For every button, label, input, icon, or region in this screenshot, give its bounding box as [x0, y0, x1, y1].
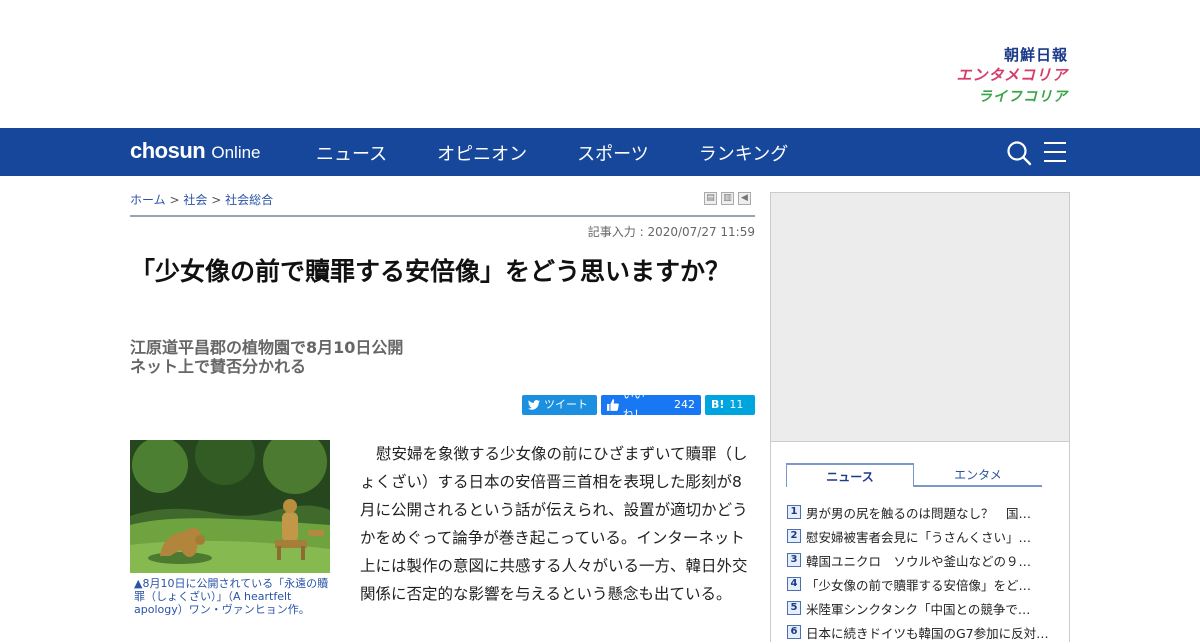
- back-arrow-icon[interactable]: ◀: [738, 192, 751, 205]
- breadcrumb-sep: >: [211, 193, 222, 207]
- article-tools: ▤ ▥ ◀: [704, 192, 755, 205]
- page-main: ホーム > 社会 > 社会総合 ▤ ▥ ◀ 記事入力 : 2020/07/27 …: [0, 176, 1200, 642]
- breadcrumb-sep: >: [169, 193, 180, 207]
- like-label: いいね！: [622, 388, 645, 421]
- ranking-item-text: 「少女像の前で贖罪する安倍像」をど…: [806, 577, 1032, 593]
- nav-item-news[interactable]: ニュース: [316, 140, 387, 166]
- menu-icon[interactable]: [1044, 142, 1066, 162]
- text-size-icon[interactable]: ▥: [721, 192, 734, 205]
- photo-caption: ▲8月10日に公開されている「永遠の贖罪（しょくざい）」（A heartfelt…: [134, 577, 329, 616]
- top-banner: 朝鮮日報 エンタメコリア ライフコリア: [0, 0, 1200, 128]
- ranking-list: 1 男が男の尻を触るのは問題なし？ 国… 2 慰安婦被害者会見に「うさんくさい」… …: [787, 500, 1049, 644]
- rank-number: 2: [787, 529, 801, 543]
- life-korea-link[interactable]: ライフコリア: [928, 86, 1068, 106]
- ad-space: [770, 192, 1070, 442]
- ranking-item-text: 慰安婦被害者会見に「うさんくさい」…: [806, 529, 1032, 545]
- like-button[interactable]: いいね！ 242: [601, 388, 701, 421]
- share-buttons: ツイート いいね！ 242 B! 11: [522, 388, 759, 421]
- rank-number: 1: [787, 505, 801, 519]
- hatena-icon: B!: [711, 398, 725, 411]
- hatena-count: 11: [729, 398, 744, 411]
- tweet-button[interactable]: ツイート: [522, 395, 597, 415]
- rank-number: 4: [787, 577, 801, 591]
- nav-items: ニュース オピニオン スポーツ ランキング: [316, 140, 838, 166]
- nav-item-sports[interactable]: スポーツ: [577, 140, 649, 166]
- hatena-bookmark-button[interactable]: B! 11: [705, 395, 755, 415]
- ranking-item[interactable]: 3 韓国ユニクロ ソウルや釜山などの９…: [787, 548, 1049, 572]
- print-icon[interactable]: ▤: [704, 192, 717, 205]
- ranking-item-text: 男が男の尻を触るのは問題なし？ 国…: [806, 505, 1032, 521]
- title-divider: [130, 215, 755, 217]
- article-subtitle: 江原道平昌郡の植物園で8月10日公開 ネット上で賛否分かれる: [130, 338, 403, 376]
- rank-number: 6: [787, 625, 801, 639]
- chosun-ilbo-link[interactable]: 朝鮮日報: [928, 44, 1068, 64]
- article-title: 「少女像の前で贖罪する安倍像」をどう思いますか？: [130, 257, 731, 286]
- ranking-item-text: 日本に続きドイツも韓国のG7参加に反対…: [806, 625, 1049, 641]
- search-icon[interactable]: [1006, 140, 1032, 166]
- site-logo[interactable]: chosun Online: [130, 138, 261, 164]
- breadcrumb-section[interactable]: 社会: [183, 193, 207, 207]
- ranking-item[interactable]: 2 慰安婦被害者会見に「うさんくさい」…: [787, 524, 1049, 548]
- like-count: 242: [674, 398, 695, 411]
- tab-news[interactable]: ニュース: [786, 463, 914, 487]
- logo-bold-text: chosun: [130, 138, 206, 163]
- nav-item-opinion[interactable]: オピニオン: [437, 140, 527, 166]
- article-body: 慰安婦を象徴する少女像の前にひざまずいて贖罪（しょくざい）する日本の安倍晋三首相…: [360, 440, 756, 608]
- tab-entame[interactable]: エンタメ: [914, 463, 1042, 487]
- entame-korea-link[interactable]: エンタメコリア: [928, 64, 1068, 86]
- breadcrumb-home[interactable]: ホーム: [130, 193, 166, 207]
- breadcrumb-subsection[interactable]: 社会総合: [225, 193, 273, 207]
- subtitle-line-1: 江原道平昌郡の植物園で8月10日公開: [130, 338, 404, 357]
- main-nav: chosun Online ニュース オピニオン スポーツ ランキング: [0, 128, 1200, 176]
- article-photo: [130, 440, 330, 573]
- logo-light-text: Online: [211, 143, 261, 162]
- twitter-icon: [528, 400, 540, 410]
- article-date: 記事入力 : 2020/07/27 11:59: [587, 225, 755, 239]
- thumbs-up-icon: [607, 399, 619, 411]
- ranking-item[interactable]: 6 日本に続きドイツも韓国のG7参加に反対…: [787, 620, 1049, 644]
- brand-links: 朝鮮日報 エンタメコリア ライフコリア: [928, 44, 1068, 106]
- nav-item-ranking[interactable]: ランキング: [699, 140, 788, 166]
- ranking-item-text: 韓国ユニクロ ソウルや釜山などの９…: [806, 553, 1032, 569]
- ranking-box: ニュース エンタメ 1 男が男の尻を触るのは問題なし？ 国… 2 慰安婦被害者会見に…: [770, 442, 1070, 642]
- ranking-item-text: 米陸軍シンクタンク「中国との競争で…: [806, 601, 1031, 617]
- ranking-item[interactable]: 4 「少女像の前で贖罪する安倍像」をど…: [787, 572, 1049, 596]
- ranking-item[interactable]: 1 男が男の尻を触るのは問題なし？ 国…: [787, 500, 1049, 524]
- rank-number: 3: [787, 553, 801, 567]
- tweet-label: ツイート: [544, 398, 588, 411]
- rank-number: 5: [787, 601, 801, 615]
- article-body-text: 慰安婦を象徴する少女像の前にひざまずいて贖罪（しょくざい）する日本の安倍晋三首相…: [360, 445, 748, 603]
- breadcrumb: ホーム > 社会 > 社会総合: [130, 191, 273, 208]
- ranking-tabs: ニュース エンタメ: [786, 463, 1042, 487]
- ranking-item[interactable]: 5 米陸軍シンクタンク「中国との競争で…: [787, 596, 1049, 620]
- subtitle-line-2: ネット上で賛否分かれる: [130, 357, 307, 376]
